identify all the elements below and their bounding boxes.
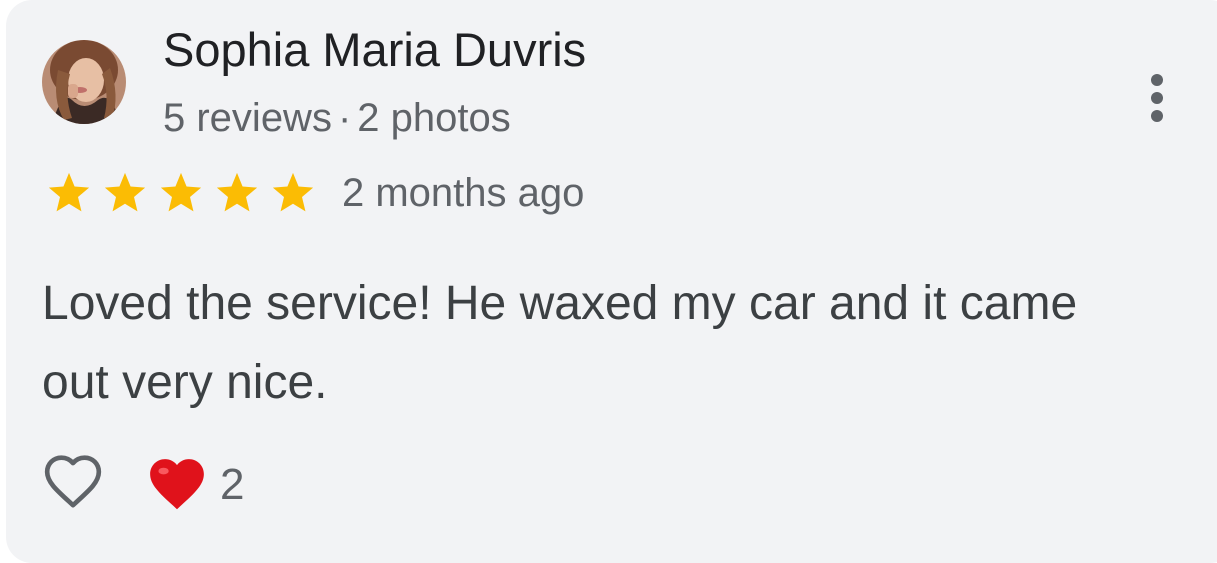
separator-dot: ·: [337, 96, 352, 140]
reviews-count: 5 reviews: [163, 96, 332, 140]
star-rating: [42, 170, 322, 216]
heart-outline-icon[interactable]: [42, 452, 104, 514]
star-icon: [272, 172, 314, 212]
photos-count: 2 photos: [357, 96, 511, 140]
review-text: Loved the service! He waxed my car and i…: [42, 277, 1078, 409]
star-icon: [104, 172, 146, 212]
red-heart-icon: [150, 459, 204, 510]
review-card: Sophia Maria Duvris 5 reviews · 2 photos 2…: [6, 0, 1217, 563]
author-name[interactable]: Sophia Maria Duvris: [163, 20, 586, 80]
avatar[interactable]: [42, 40, 126, 124]
star-icon: [160, 172, 202, 212]
star-icon: [48, 172, 90, 212]
rating-row: 2 months ago: [42, 165, 584, 221]
reaction-count: 2: [220, 460, 245, 509]
author-stats: 5 reviews · 2 photos: [163, 92, 511, 144]
review-date: 2 months ago: [342, 170, 585, 215]
reaction-summary[interactable]: 2: [146, 452, 244, 518]
more-options-icon[interactable]: [1142, 70, 1172, 126]
star-icon: [216, 172, 258, 212]
